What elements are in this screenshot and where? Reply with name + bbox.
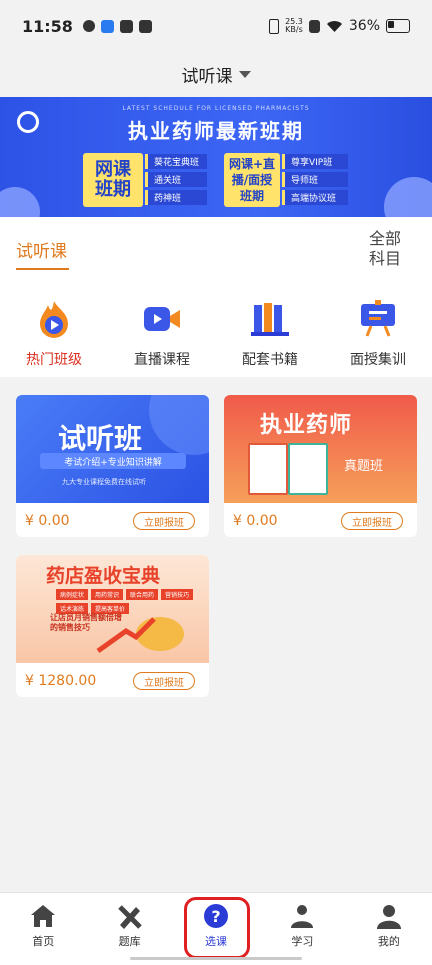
course-tag: 真题班 [344,459,384,474]
flame-icon [34,299,74,339]
course-title: 执业药师 [260,413,353,438]
category-live-courses[interactable]: 直播课程 [108,277,216,377]
enroll-button[interactable]: 立即报班 [341,512,403,530]
growth-arrow-icon [96,617,156,654]
app-notification-icon [82,20,95,32]
chip: 联合用药 [126,589,159,600]
course-thumbnail: 执业药师 真题班 [224,395,417,503]
nav-label: 我的 [377,935,400,948]
banner-class: 高端协议班 [282,190,348,205]
course-card[interactable]: 药店盈收宝典 病例症状 用药常识 联合用药 营销技巧 话术演练 提高客单价 让店… [16,555,209,697]
status-time: 11:58 [22,16,73,36]
decoration-shape [0,187,40,217]
course-title: 药店盈收宝典 [46,565,161,587]
category-books[interactable]: 配套书籍 [216,277,324,377]
selection-highlight [184,897,250,959]
home-icon [31,905,56,927]
pencil-ruler-icon [117,905,142,929]
chip: 用药常识 [91,589,124,600]
banner-subtitle: LATEST SCHEDULE FOR LICENSED PHARMACISTS [122,105,310,112]
chip: 营销技巧 [161,589,194,600]
tab-indicator [16,268,69,270]
subject-tabs: 试听课 全部 科目 [0,217,432,277]
battery-icon [386,19,410,33]
video-camera-icon [142,299,182,339]
banner-class: 葵花宝典班 [145,154,207,169]
books-icon [250,299,290,339]
course-tagline: 考试介绍+专业知识讲解 [40,453,186,469]
decoration-shape [384,177,432,217]
banner-class: 导师班 [282,172,348,187]
banner-class: 药神班 [145,190,207,205]
banner-class: 通关班 [145,172,207,187]
course-price: ¥ 0.00 [25,513,70,529]
tab-trial-class[interactable]: 试听课 [16,237,67,262]
nav-study[interactable]: 学习 [259,893,345,965]
course-card[interactable]: 执业药师 真题班 ¥ 0.00 立即报班 [224,395,417,537]
presentation-board-icon [358,299,398,339]
course-title: 试听班 [58,422,143,455]
sim-icon [308,19,320,33]
page-title: 试听课 [181,66,233,87]
mail-icon [138,19,152,33]
course-thumbnail: 药店盈收宝典 病例症状 用药常识 联合用药 营销技巧 话术演练 提高客单价 让店… [16,555,209,663]
category-label: 热门班级 [26,352,82,368]
banner-group2-label: 网课+直 播/面授 班期 [224,153,280,207]
course-card[interactable]: 试听班 考试介绍+专业知识讲解 九大专业课程免费在线试听 ¥ 0.00 立即报班 [16,395,209,537]
enroll-button[interactable]: 立即报班 [133,672,195,690]
book-image [288,443,328,495]
category-label: 面授集训 [350,352,406,368]
course-thumbnail: 试听班 考试介绍+专业知识讲解 九大专业课程免费在线试听 [16,395,209,503]
nav-label: 首页 [32,935,55,948]
all-subjects-button[interactable]: 全部 科目 [368,229,402,269]
status-bar: 11:58 25.3 KB/s 36% [0,0,432,52]
course-note: 九大专业课程免费在线试听 [62,478,146,486]
course-chips: 病例症状 用药常识 联合用药 营销技巧 话术演练 提高客单价 [56,589,206,614]
battery-percent: 36% [348,18,380,34]
wifi-icon [326,20,342,32]
network-speed: 25.3 KB/s [285,17,303,34]
category-hot-classes[interactable]: 热门班级 [0,277,108,377]
home-indicator[interactable] [130,957,302,960]
banner-group1-label: 网课 班期 [83,153,143,207]
page-title-dropdown[interactable]: 试听课 [0,52,432,96]
chevron-down-icon [238,70,251,78]
nav-question-bank[interactable]: 题库 [86,893,172,965]
nav-label: 学习 [291,935,314,948]
category-face-training[interactable]: 面授集训 [324,277,432,377]
banner-title: 执业药师最新班期 [128,119,304,143]
vibrate-icon [269,18,280,34]
alipay-icon [100,19,114,33]
banner-class: 尊享VIP班 [282,154,348,169]
nav-profile[interactable]: 我的 [346,893,432,965]
promo-banner[interactable]: LATEST SCHEDULE FOR LICENSED PHARMACISTS… [0,97,432,217]
category-row: 热门班级 直播课程 配套书籍 面授集训 [0,277,432,377]
play-icon [119,19,133,33]
enroll-button[interactable]: 立即报班 [133,512,195,530]
book-image [248,443,288,495]
nav-label: 题库 [118,935,141,948]
study-icon [291,905,314,928]
category-label: 直播课程 [134,352,190,368]
category-label: 配套书籍 [242,352,298,368]
chip: 病例症状 [56,589,89,600]
course-price: ¥ 1280.00 [25,673,97,689]
user-icon [376,905,401,929]
nav-home[interactable]: 首页 [0,893,86,965]
course-price: ¥ 0.00 [233,513,278,529]
